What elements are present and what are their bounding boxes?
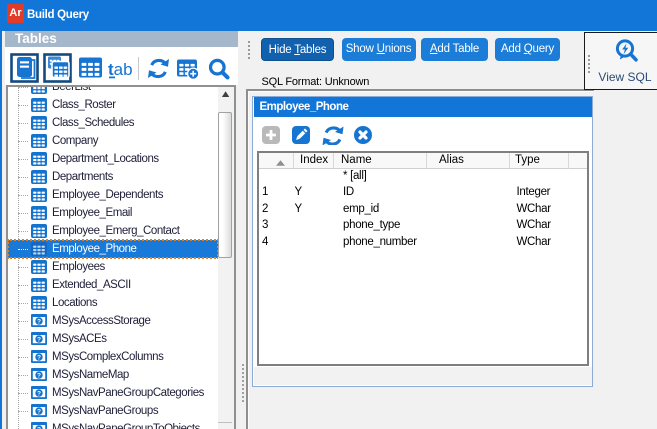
svg-text:?: ?	[37, 319, 41, 326]
svg-text:?: ?	[37, 373, 41, 380]
svg-text:?: ?	[37, 409, 41, 416]
svg-text:?: ?	[37, 337, 41, 344]
svg-text:?: ?	[37, 355, 41, 362]
svg-text:?: ?	[37, 391, 41, 398]
svg-text:tab: tab	[108, 60, 133, 79]
